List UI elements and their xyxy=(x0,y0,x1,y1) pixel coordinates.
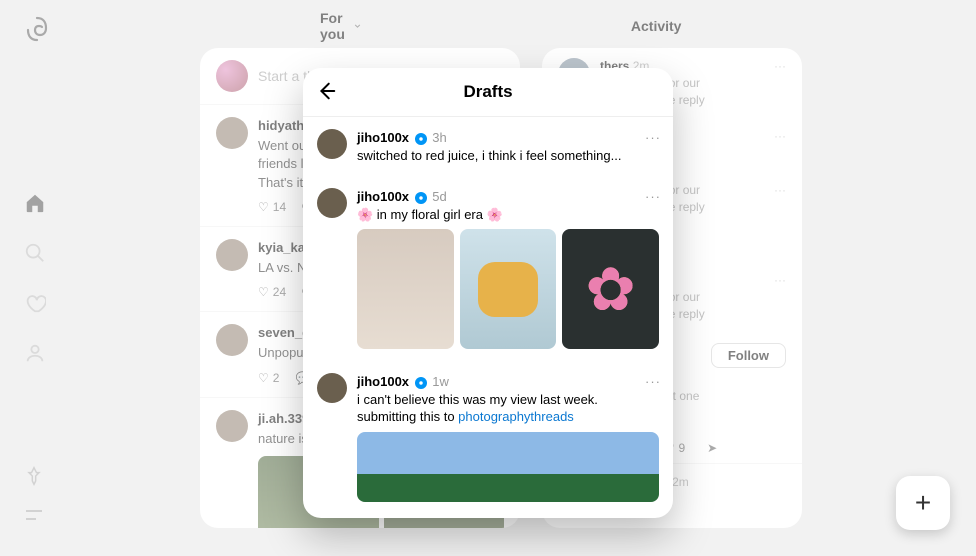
username: jiho100x xyxy=(357,130,409,145)
like-button[interactable]: ♡ 2 xyxy=(258,371,279,385)
avatar xyxy=(317,188,347,218)
more-icon[interactable]: ··· xyxy=(645,188,661,206)
threads-logo[interactable] xyxy=(24,16,50,42)
draft-item[interactable]: jiho100x 3h switched to red juice, i thi… xyxy=(303,117,673,176)
draft-item[interactable]: jiho100x 1w i can't believe this was my … xyxy=(303,361,673,518)
draft-text: 🌸 in my floral girl era 🌸 xyxy=(357,206,659,224)
avatar xyxy=(317,129,347,159)
draft-text: switched to red juice, i think i feel so… xyxy=(357,147,659,165)
modal-title: Drafts xyxy=(463,82,512,101)
profile-icon[interactable] xyxy=(24,342,46,364)
avatar xyxy=(216,117,248,149)
tab-for-you[interactable]: For you xyxy=(320,10,361,42)
avatar xyxy=(216,410,248,442)
draft-image[interactable] xyxy=(357,432,659,502)
more-icon[interactable]: ··· xyxy=(645,373,661,391)
draft-text: i can't believe this was my view last we… xyxy=(357,391,659,426)
more-icon[interactable]: ··· xyxy=(774,58,786,108)
more-icon[interactable]: ··· xyxy=(774,272,786,322)
follow-button[interactable]: Follow xyxy=(711,343,786,368)
back-button[interactable] xyxy=(315,80,337,107)
more-icon[interactable]: ··· xyxy=(774,128,786,162)
avatar xyxy=(216,60,248,92)
pin-icon[interactable] xyxy=(24,466,44,486)
like-button[interactable]: ♡ 24 xyxy=(258,285,286,299)
draft-images[interactable] xyxy=(357,229,659,349)
mention-link[interactable]: photographythreads xyxy=(458,409,574,424)
menu-icon[interactable] xyxy=(24,508,44,524)
search-icon[interactable] xyxy=(24,242,46,264)
more-icon[interactable]: ··· xyxy=(774,182,786,216)
avatar xyxy=(216,324,248,356)
verified-icon xyxy=(415,133,427,145)
heart-icon[interactable] xyxy=(24,292,46,314)
compose-fab[interactable]: + xyxy=(896,476,950,530)
tab-activity[interactable]: Activity xyxy=(631,18,682,34)
arrow-left-icon xyxy=(315,80,337,102)
threads-logo-icon xyxy=(24,16,50,42)
more-icon[interactable]: ··· xyxy=(645,129,661,147)
verified-icon xyxy=(415,377,427,389)
verified-icon xyxy=(415,192,427,204)
draft-item[interactable]: jiho100x 5d 🌸 in my floral girl era 🌸 ··… xyxy=(303,176,673,361)
username: jiho100x xyxy=(357,374,409,389)
plus-icon: + xyxy=(915,487,931,519)
like-button[interactable]: ♡ 14 xyxy=(258,200,286,214)
chevron-down-icon xyxy=(354,20,361,32)
drafts-modal: Drafts jiho100x 3h switched to red juice… xyxy=(303,68,673,518)
username: jiho100x xyxy=(357,189,409,204)
home-icon[interactable] xyxy=(24,192,46,214)
avatar xyxy=(216,239,248,271)
avatar xyxy=(317,373,347,403)
share-button[interactable]: ➤ xyxy=(707,441,717,455)
